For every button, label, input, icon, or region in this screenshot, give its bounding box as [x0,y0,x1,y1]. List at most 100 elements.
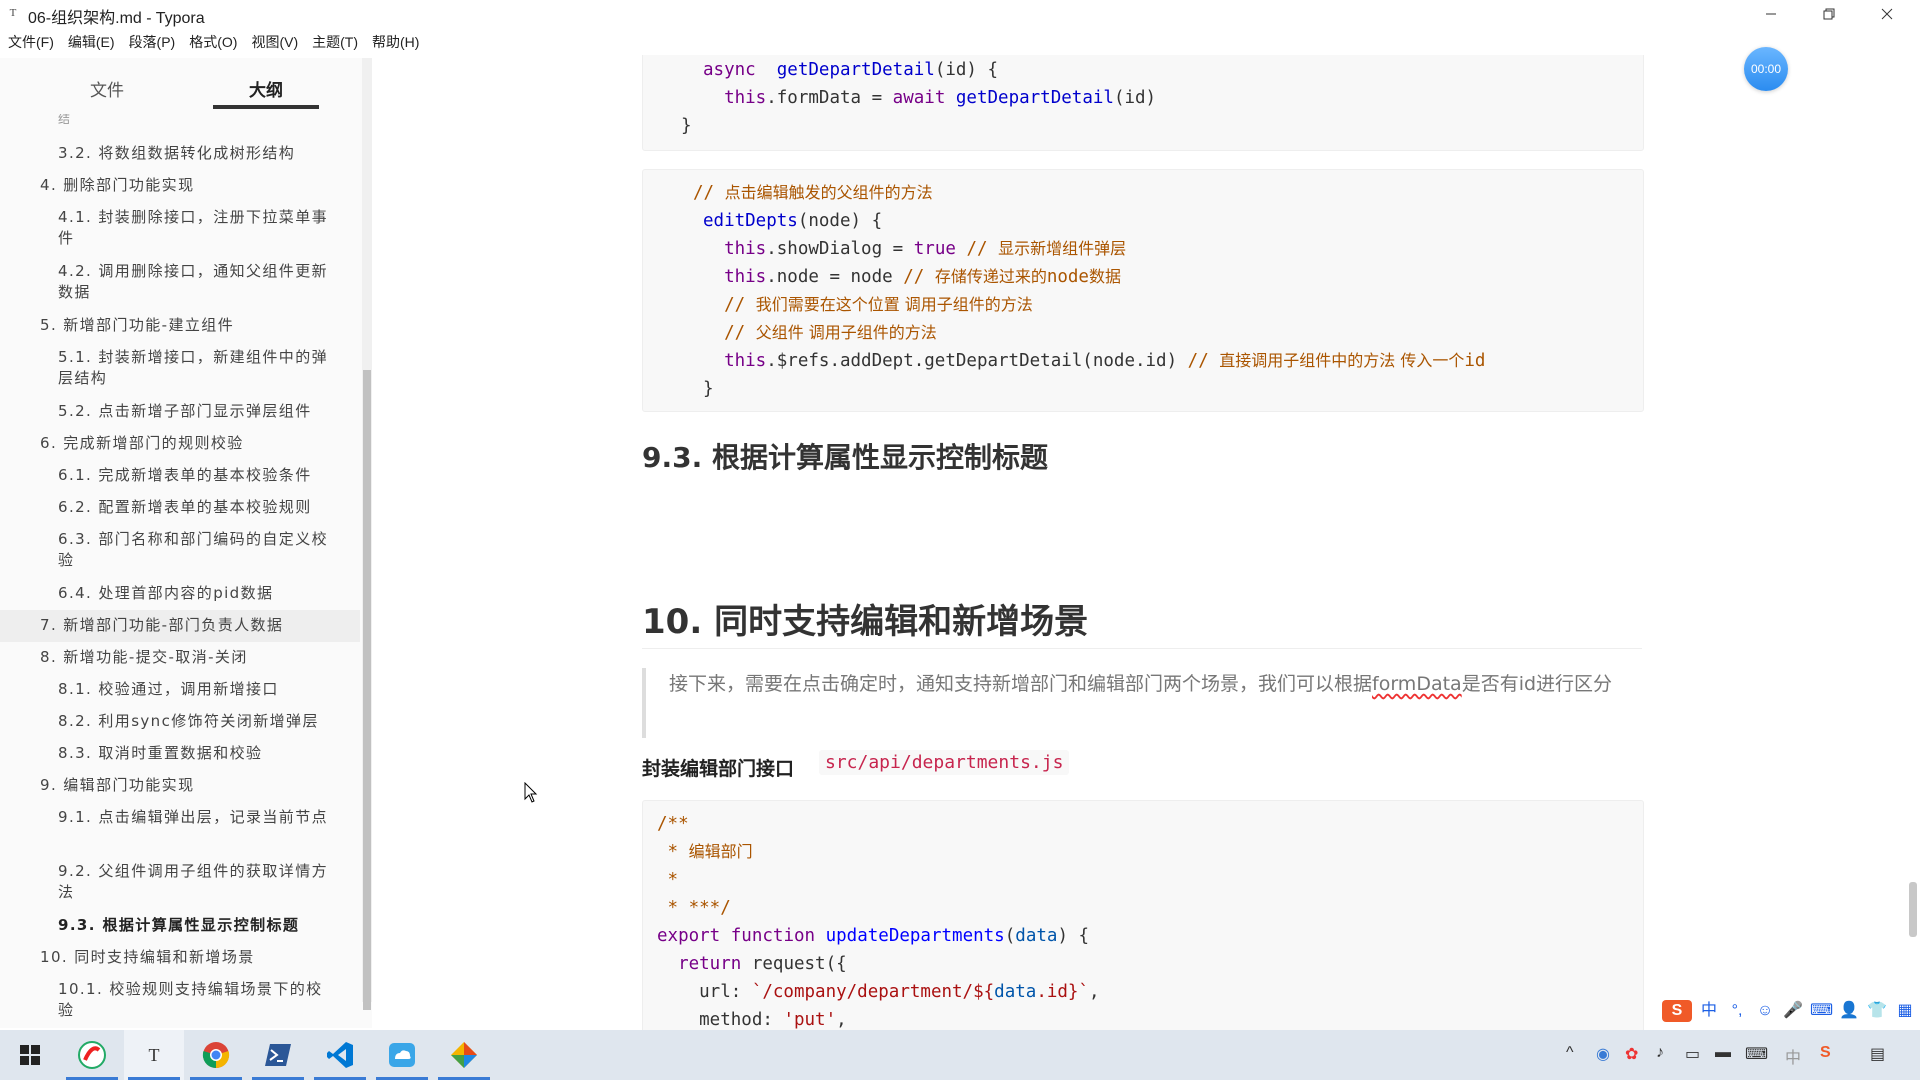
code-token: // [955,239,999,259]
menu-help[interactable]: 帮助(H) [364,30,419,54]
taskbar-app-red[interactable] [62,1030,122,1080]
outline-item[interactable]: 8.3. 取消时重置数据和校验 [0,738,360,769]
tab-outline[interactable]: 大纲 [206,76,326,101]
ime-user-icon[interactable]: 👤 [1838,1000,1860,1022]
outline-item[interactable]: 8. 新增功能-提交-取消-关闭 [0,642,360,673]
ime-menu-icon[interactable]: ▦ [1894,1000,1916,1022]
menu-file[interactable]: 文件(F) [0,30,54,54]
taskbar-powershell[interactable] [248,1030,308,1080]
taskbar-typora[interactable]: T [124,1030,184,1080]
ime-toolbar: S 中 °, ☺ 🎤 ⌨ 👤 👕 ▦ [1662,996,1916,1026]
recording-timer[interactable]: 00:00 [1744,47,1788,91]
ime-voice-icon[interactable]: 🎤 [1782,1000,1804,1022]
editor-area[interactable]: async getDepartDetail(id) { this.formDat… [372,55,1920,1030]
outline-item[interactable]: 6. 完成新增部门的规则校验 [0,428,360,459]
code-token: updateDepartments [825,926,1005,946]
code-token: 我们需要在这个位置 调用子组件的方法 [755,295,1033,314]
minimize-icon [1766,13,1776,15]
outline-item[interactable]: 6.2. 配置新增表单的基本校验规则 [0,492,360,523]
code-line: export function updateDepartments(data) … [657,922,1089,950]
outline-item[interactable]: 3.2. 将数组数据转化成树形结构 [0,138,360,169]
restore-button[interactable] [1800,0,1858,28]
tray-network-icon[interactable]: ▭ [1685,1044,1700,1064]
tab-files[interactable]: 文件 [47,76,167,101]
taskbar-chrome[interactable] [186,1030,246,1080]
outline-item[interactable]: 9.3. 根据计算属性显示控制标题 [0,910,360,941]
outline-item-label: 4. 删除部门功能实现 [40,176,195,194]
outline-item[interactable]: 6.4. 处理首部内容的pid数据 [0,578,360,609]
window-title: 06-组织架构.md - Typora [28,10,205,27]
ime-emoji-icon[interactable]: ☺ [1754,1000,1776,1022]
outline-item[interactable]: 5.2. 点击新增子部门显示弹层组件 [0,396,360,427]
taskbar-photos[interactable] [434,1030,494,1080]
tray-mic-icon[interactable]: ♪ [1656,1044,1664,1062]
ime-keyboard-icon[interactable]: ⌨ [1810,1000,1833,1022]
outline-item[interactable]: 5.1. 封装新增接口，新建组件中的弹层结构 [0,342,360,394]
outline-item[interactable]: 8.1. 校验通过，调用新增接口 [0,674,360,705]
code-line: this.formData = await getDepartDetail(id… [703,84,1156,112]
outline-item[interactable]: 9. 编辑部门功能实现 [0,770,360,801]
tray-battery-icon[interactable]: ▬ [1715,1044,1731,1062]
sidebar-scrollbar-thumb[interactable] [363,370,371,1010]
cloud-icon [389,1043,415,1067]
outline-item[interactable]: 4.2. 调用删除接口，通知父组件更新数据 [0,256,360,308]
code-line: return request({ [657,950,847,978]
outline-clipped-row: 结 [58,114,71,124]
code-token: async [703,60,756,80]
outline-item[interactable]: 10.1. 校验规则支持编辑场景下的校验 [0,974,360,1026]
taskbar-cloud[interactable] [372,1030,432,1080]
outline-item-label: 6.3. 部门名称和部门编码的自定义校验 [58,530,328,569]
notification-icon[interactable]: ▤ [1870,1044,1885,1064]
code-token: } [703,379,714,399]
start-button[interactable] [0,1030,60,1080]
outline-item[interactable]: 8.2. 利用sync修饰符关闭新增弹层 [0,706,360,737]
outline-item[interactable]: 5. 新增部门功能-建立组件 [0,310,360,341]
code-block-1[interactable]: async getDepartDetail(id) { this.formDat… [642,55,1644,151]
code-token: /** [657,814,689,834]
menu-view[interactable]: 视图(V) [243,30,298,54]
outline-item[interactable]: 9.1. 点击编辑弹出层，记录当前节点 [0,802,360,833]
code-token: .showDialog = [766,239,914,259]
code-token: data [994,982,1037,1002]
code-block-3[interactable]: /** * 编辑部门 * * ***/ export function updat… [642,800,1644,1030]
close-button[interactable] [1858,0,1916,28]
code-token: .node = node [766,267,904,287]
tray-app-icon[interactable]: ◉ [1596,1044,1610,1064]
tray-chevron-icon[interactable]: ^ [1566,1044,1574,1062]
sogou-logo-icon[interactable]: S [1662,1000,1692,1022]
menu-edit[interactable]: 编辑(E) [60,30,115,54]
code-block-2[interactable]: // 点击编辑触发的父组件的方法 editDepts(node) { this.s… [642,169,1644,412]
outline-item[interactable]: 6.3. 部门名称和部门编码的自定义校验 [0,524,360,576]
menu-paragraph[interactable]: 段落(P) [121,30,176,54]
outline-item[interactable]: 4. 删除部门功能实现 [0,170,360,201]
editor-scrollbar-thumb[interactable] [1909,882,1917,937]
outline-item[interactable]: 10. 同时支持编辑和新增场景 [0,942,360,973]
tray-keyboard-icon[interactable]: ⌨ [1745,1044,1768,1064]
code-token: * [657,842,689,862]
code-line: * [657,866,679,894]
tray-sogou-icon[interactable]: S [1820,1044,1831,1062]
ime-skin-icon[interactable]: 👕 [1866,1000,1888,1022]
outline-item[interactable]: 4.1. 封装删除接口，注册下拉菜单事件 [0,202,360,254]
menu-theme[interactable]: 主题(T) [304,30,358,54]
tray-ime-icon[interactable]: 中 [1785,1044,1801,1068]
code-token: .formData = [766,88,893,108]
taskbar-vscode[interactable] [310,1030,370,1080]
ime-punctuation[interactable]: °, [1726,1000,1748,1022]
code-token: (id) { [934,60,999,80]
outline-item-label: 6.2. 配置新增表单的基本校验规则 [58,498,312,516]
tray-app2-icon[interactable]: ✿ [1625,1044,1638,1064]
outline-item[interactable]: 6.1. 完成新增表单的基本校验条件 [0,460,360,491]
code-token: 编辑部门 [688,842,753,861]
outline-item[interactable]: 9.2. 父组件调用子组件的获取详情方法 [0,856,360,908]
ime-chinese-mode[interactable]: 中 [1698,1000,1720,1022]
menu-format[interactable]: 格式(O) [181,30,237,54]
code-line: // 父组件 调用子组件的方法 [703,319,937,347]
minimize-button[interactable] [1742,0,1800,28]
outline-item[interactable]: 7. 新增部门功能-部门负责人数据 [0,610,360,642]
